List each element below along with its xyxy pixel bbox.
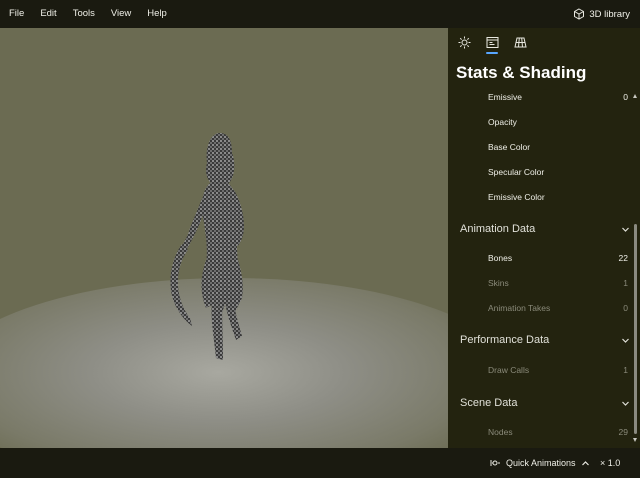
cube-icon: [574, 8, 585, 20]
playback-speed[interactable]: × 1.0: [600, 448, 620, 478]
3d-library-label: 3D library: [589, 8, 630, 20]
section-title: Performance Data: [460, 334, 550, 346]
grid-icon: [513, 37, 527, 47]
panel-scrollbar[interactable]: [633, 94, 637, 442]
menu-view[interactable]: View: [103, 0, 139, 28]
stat-row-emissive: Emissive 0: [488, 89, 628, 105]
scroll-thumb[interactable]: [634, 224, 637, 434]
stat-label: Skins: [488, 278, 509, 288]
stat-row-animation-takes: Animation Takes 0: [488, 300, 628, 316]
stat-label: Base Color: [488, 142, 531, 152]
stat-row-opacity: Opacity: [488, 114, 628, 130]
scroll-down-arrow[interactable]: [633, 438, 637, 442]
panel-tabs: [456, 32, 528, 54]
character-model[interactable]: [160, 128, 280, 378]
stat-row-draw-calls: Draw Calls 1: [488, 362, 628, 378]
tab-stats[interactable]: [484, 34, 500, 54]
stat-value: 1: [623, 278, 628, 288]
stat-value: 0: [623, 303, 628, 313]
panel-title: Stats & Shading: [456, 63, 587, 82]
stat-value: 22: [618, 253, 628, 263]
section-performance-data[interactable]: Performance Data: [460, 331, 630, 349]
menu-tools[interactable]: Tools: [65, 0, 103, 28]
stat-label: Animation Takes: [488, 303, 551, 313]
section-scene-data[interactable]: Scene Data: [460, 394, 630, 412]
stats-icon: [486, 36, 498, 48]
stat-label: Opacity: [488, 117, 517, 127]
3d-viewport[interactable]: [0, 28, 448, 448]
chevron-down-icon: [622, 227, 629, 232]
stat-label: Nodes: [488, 427, 513, 437]
chevron-up-icon: [581, 460, 589, 465]
3d-library-button[interactable]: 3D library: [573, 0, 630, 28]
stat-label: Emissive: [488, 92, 523, 102]
tab-grid[interactable]: [512, 34, 528, 50]
quick-animations-label: Quick Animations: [506, 458, 576, 468]
stat-row-nodes: Nodes 29: [488, 424, 628, 440]
stat-value: 29: [618, 427, 628, 437]
stats-panel: Stats & Shading Emissive 0 Opacity Base …: [448, 28, 640, 448]
animation-icon: [490, 460, 500, 466]
stat-value: 0: [623, 92, 628, 102]
stat-label: Specular Color: [488, 167, 545, 177]
section-title: Animation Data: [460, 223, 536, 235]
stat-label: Emissive Color: [488, 192, 545, 202]
stat-label: Draw Calls: [488, 365, 530, 375]
stat-row-bones: Bones 22: [488, 250, 628, 266]
stat-row-base-color: Base Color: [488, 139, 628, 155]
stat-value: 1: [623, 365, 628, 375]
stat-row-specular-color: Specular Color: [488, 164, 628, 180]
sun-icon: [458, 36, 470, 48]
section-title: Scene Data: [460, 397, 518, 409]
tab-lighting[interactable]: [456, 34, 472, 50]
chevron-down-icon: [622, 401, 629, 406]
menu-bar: File Edit Tools View Help: [0, 0, 640, 28]
stat-row-emissive-color: Emissive Color: [488, 189, 628, 205]
status-bar: Quick Animations × 1.0: [0, 448, 640, 478]
section-animation-data[interactable]: Animation Data: [460, 220, 630, 238]
menu-edit[interactable]: Edit: [32, 0, 64, 28]
menu-help[interactable]: Help: [139, 0, 175, 28]
quick-animations-button[interactable]: Quick Animations: [489, 448, 590, 478]
stat-label: Bones: [488, 253, 513, 263]
chevron-down-icon: [622, 338, 629, 343]
menu-file[interactable]: File: [0, 0, 32, 28]
scroll-up-arrow[interactable]: [633, 94, 637, 98]
stat-row-skins: Skins 1: [488, 275, 628, 291]
